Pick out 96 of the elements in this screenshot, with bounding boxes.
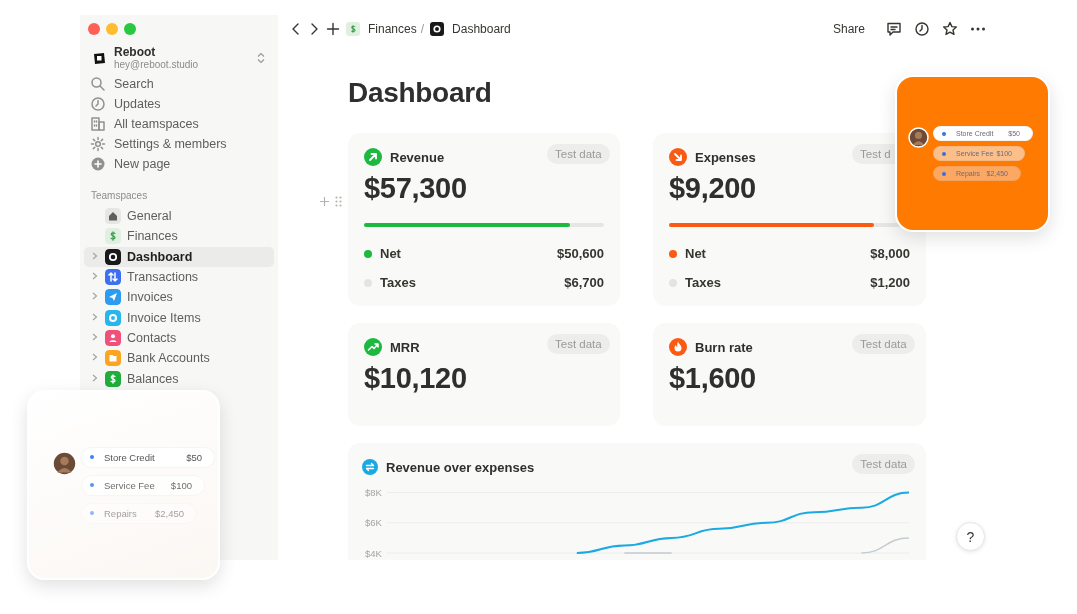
workspace-name: Reboot: [114, 45, 157, 59]
window-button-icon[interactable]: [88, 23, 100, 35]
metric-value: $1,600: [669, 362, 757, 395]
bullet-icon: [942, 131, 946, 136]
target-icon: [105, 248, 121, 265]
chart-title: Revenue over expenses: [386, 459, 535, 475]
add-block-icon[interactable]: [319, 196, 330, 207]
sidebar-item[interactable]: Dashboard: [84, 246, 274, 267]
row-amount: $1,200: [870, 275, 910, 290]
breadcrumb-link[interactable]: Dashboard: [450, 22, 513, 36]
axis-label: $4K: [365, 547, 382, 559]
window-button-icon[interactable]: [124, 23, 136, 35]
bullet-icon: [90, 483, 94, 487]
page-title: Dashboard: [348, 77, 493, 109]
workspace-email: hey@reboot.studio: [114, 59, 199, 70]
dollar-icon: [346, 22, 360, 36]
row-label: Taxes: [380, 275, 417, 290]
card-title: Burn rate: [695, 339, 753, 355]
row-label: Net: [380, 246, 402, 261]
comment-icon[interactable]: [886, 21, 902, 37]
swap-icon: [362, 459, 378, 475]
chevron-icon[interactable]: [90, 331, 99, 342]
share-button[interactable]: Share: [828, 22, 869, 36]
sidebar-item[interactable]: Settings & members: [84, 134, 274, 154]
arrow-up-icon: [364, 148, 382, 166]
bullet-icon: [90, 511, 94, 515]
sidebar-item[interactable]: Search: [84, 74, 274, 94]
credit-chip: Store Credit $50: [81, 446, 215, 468]
sidebar-item[interactable]: Invoice Items: [84, 307, 274, 328]
home-icon: [105, 208, 121, 225]
breadcrumb-separator: /: [420, 22, 425, 36]
sidebar-item[interactable]: General: [84, 206, 274, 227]
row-label: Net: [685, 246, 707, 261]
settings-icon: [90, 136, 106, 152]
credit-chip: Service Fee $100: [81, 474, 205, 496]
row-label: Taxes: [685, 275, 722, 290]
trend-icon: [364, 338, 382, 356]
chevron-icon[interactable]: [90, 352, 99, 363]
card-title: MRR: [390, 339, 420, 355]
send-icon: [105, 289, 121, 306]
clock-icon[interactable]: [914, 21, 930, 37]
test-data-badge: Test data: [852, 334, 915, 354]
metric-value: $57,300: [364, 172, 468, 205]
switcher-icon[interactable]: [256, 51, 266, 64]
sidebar-item[interactable]: New page: [84, 154, 274, 174]
sidebar-item[interactable]: Transactions: [84, 266, 274, 288]
chevron-icon[interactable]: [90, 311, 99, 322]
sidebar-item[interactable]: Bank Accounts: [84, 348, 274, 369]
drag-handle-icon[interactable]: [335, 196, 342, 207]
add-icon[interactable]: [326, 22, 340, 36]
dollar-icon: [105, 370, 121, 387]
arrow-down-icon: [669, 148, 687, 166]
clock-icon: [90, 96, 106, 112]
person-icon: [105, 329, 121, 346]
sidebar-item[interactable]: Finances: [84, 226, 274, 247]
window-button-icon[interactable]: [106, 23, 118, 35]
test-data-badge: Test data: [547, 144, 610, 164]
breadcrumb-link[interactable]: Finances: [366, 22, 419, 36]
folder-icon: [105, 350, 121, 367]
section-title: Teamspaces: [91, 190, 149, 201]
plus-circle-icon: [90, 156, 106, 172]
bullet-icon: [90, 455, 94, 459]
test-data-badge: Test data: [852, 454, 915, 474]
sidebar-item[interactable]: Balances: [84, 368, 274, 389]
building-icon: [90, 116, 106, 132]
row-amount: $8,000: [870, 246, 910, 261]
test-data-badge: Test data: [547, 334, 610, 354]
metric-value: $9,200: [669, 172, 757, 205]
logo-icon: [92, 50, 106, 65]
metric-value: $10,120: [364, 362, 468, 395]
sidebar-item[interactable]: Contacts: [84, 327, 274, 349]
bullet-icon: [942, 171, 946, 176]
sidebar-item[interactable]: All teamspaces: [84, 114, 274, 134]
target-icon: [430, 22, 445, 36]
sidebar-item[interactable]: Updates: [84, 94, 274, 114]
axis-label: $8K: [365, 487, 382, 499]
chevron-icon[interactable]: [90, 250, 99, 261]
card-title: Revenue: [390, 149, 445, 165]
avatar: [52, 451, 77, 476]
sidebar-item[interactable]: Invoices: [84, 287, 274, 308]
swap-icon: [105, 269, 121, 286]
chevron-icon[interactable]: [90, 291, 99, 302]
row-amount: $50,600: [557, 246, 604, 261]
avatar: [908, 127, 929, 148]
credit-chip: Repairs $2,450: [81, 502, 197, 524]
row-amount: $6,700: [564, 275, 604, 290]
search-icon: [90, 76, 106, 92]
star-icon[interactable]: [942, 21, 958, 37]
card-title: Expenses: [695, 149, 756, 165]
ring-icon: [105, 309, 121, 326]
chevron-icon[interactable]: [90, 372, 99, 383]
bullet-icon: [942, 151, 946, 156]
axis-label: $6K: [365, 517, 382, 529]
flame-icon: [669, 338, 687, 356]
dollar-icon: [105, 228, 121, 245]
chevron-icon[interactable]: [90, 271, 99, 282]
